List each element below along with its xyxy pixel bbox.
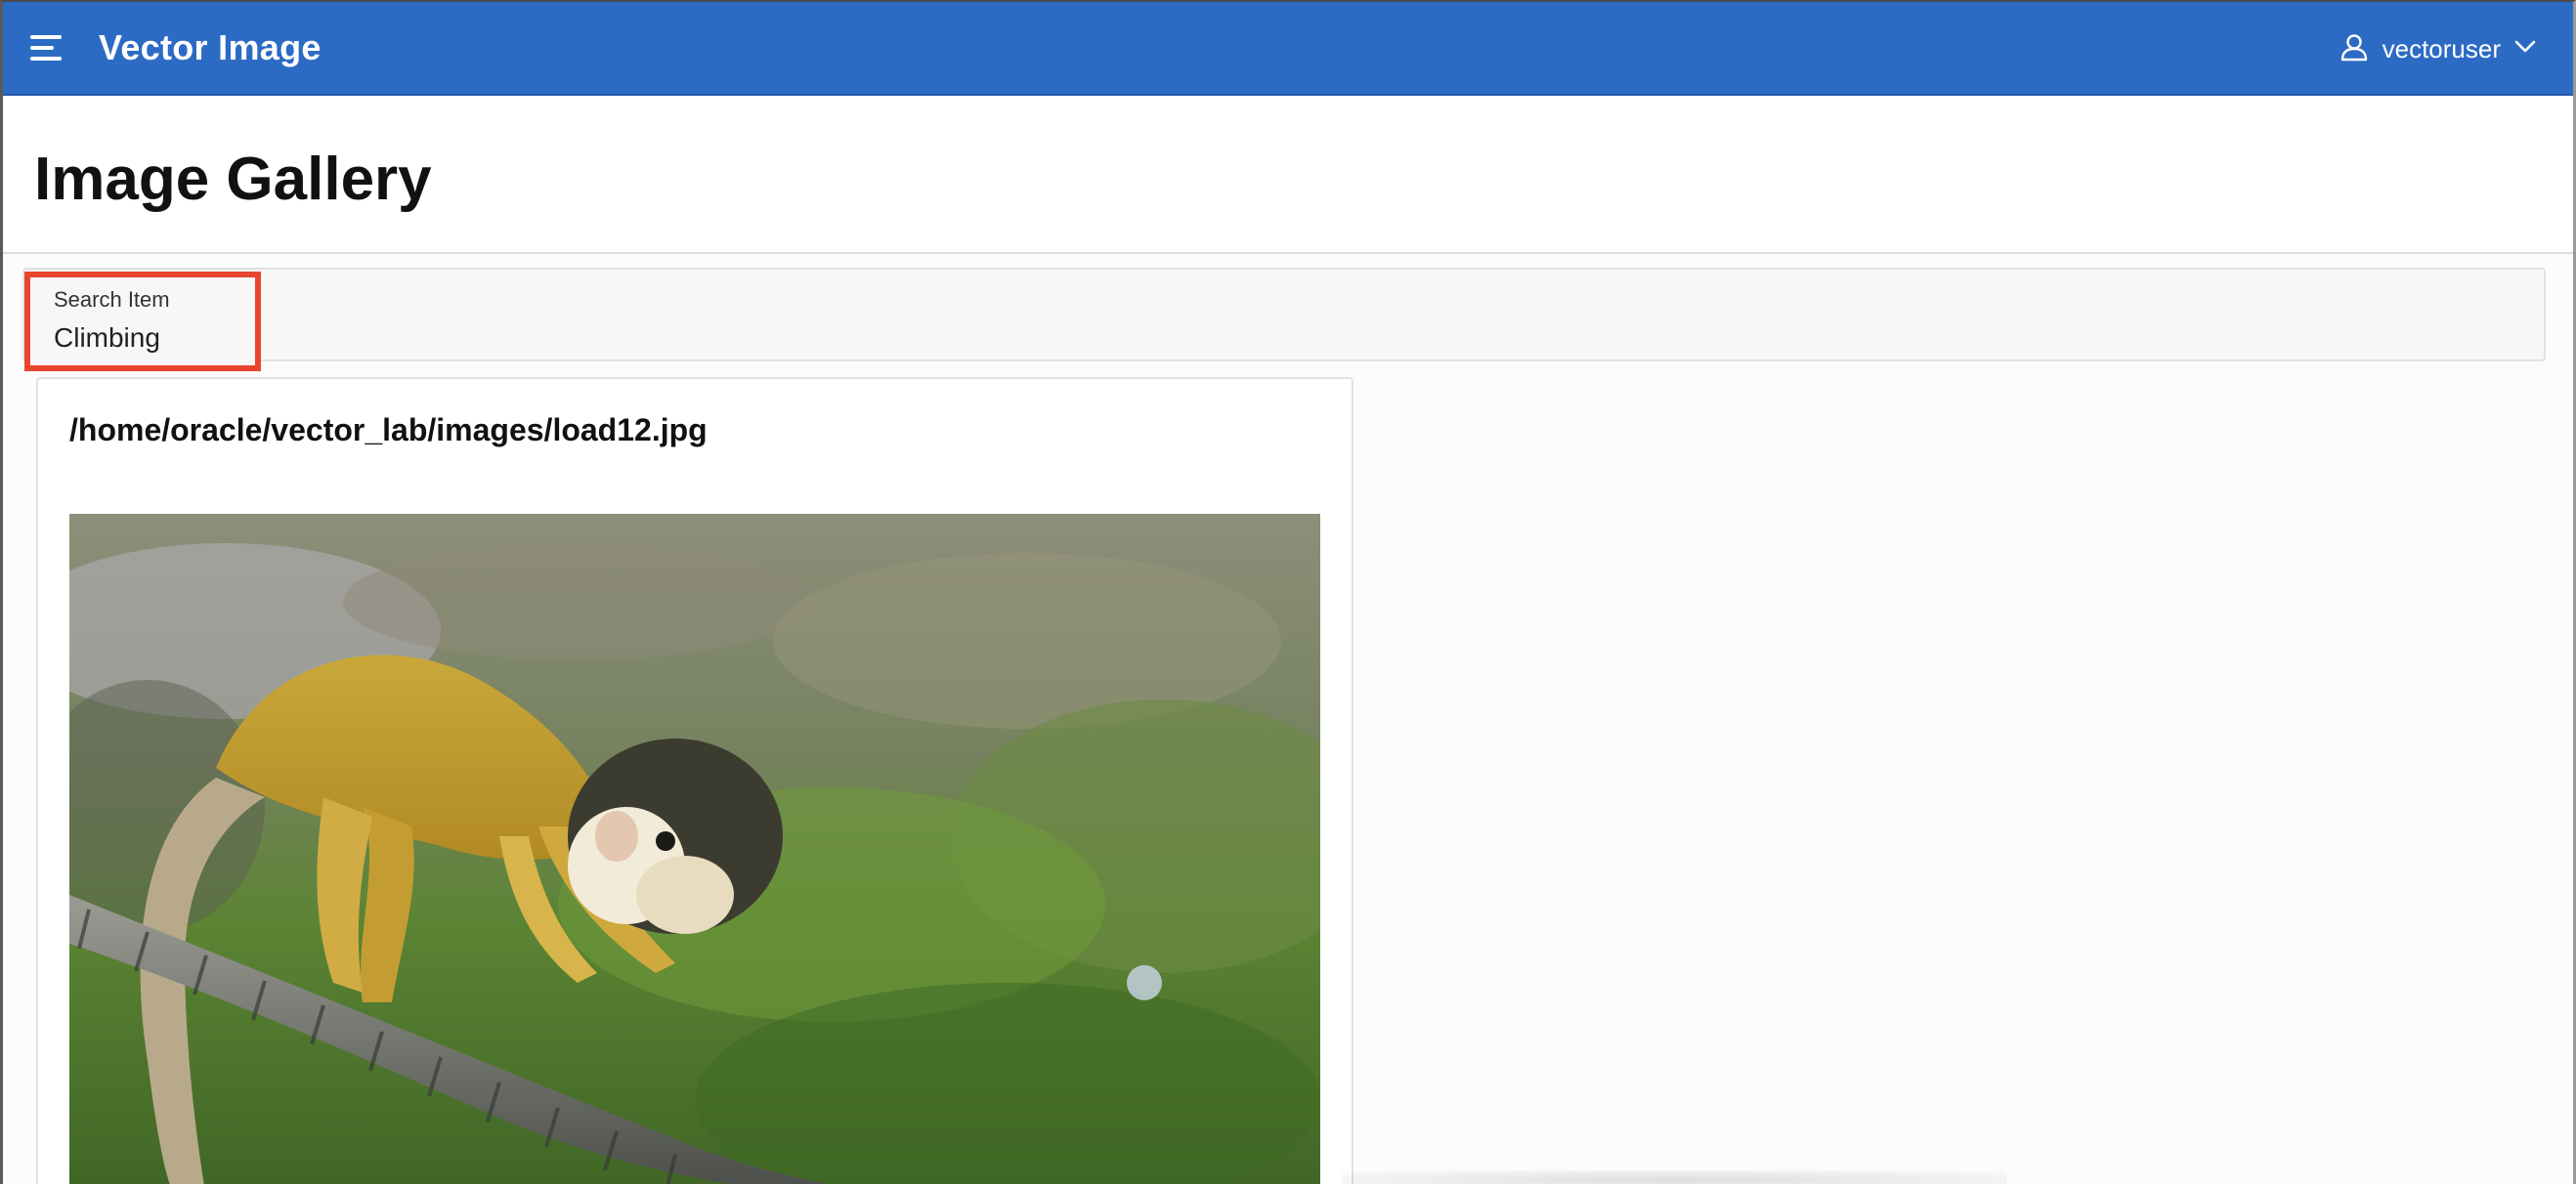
chevron-down-icon [2514, 40, 2536, 59]
hamburger-menu-icon[interactable] [30, 24, 77, 71]
scroll-shadow [1342, 1170, 2006, 1184]
app-header: Vector Image vectoruser [3, 2, 2573, 96]
app-window: Vector Image vectoruser Image Gallery Se… [0, 0, 2576, 1184]
search-item-field[interactable]: Search Item Climbing [24, 272, 261, 371]
title-region: Image Gallery [3, 96, 2573, 254]
user-icon [2340, 32, 2369, 66]
username-label: vectoruser [2382, 33, 2501, 63]
gallery-card: /home/oracle/vector_lab/images/load12.jp… [36, 377, 1353, 1184]
app-title[interactable]: Vector Image [99, 27, 322, 68]
page-title: Image Gallery [34, 146, 432, 213]
user-menu-button[interactable]: vectoruser [2340, 2, 2536, 96]
search-item-input[interactable]: Climbing [54, 322, 255, 354]
image-path-title: /home/oracle/vector_lab/images/load12.jp… [69, 412, 708, 447]
gallery-image[interactable] [69, 514, 1320, 1184]
search-region [22, 268, 2546, 361]
search-item-label: Search Item [54, 287, 170, 312]
